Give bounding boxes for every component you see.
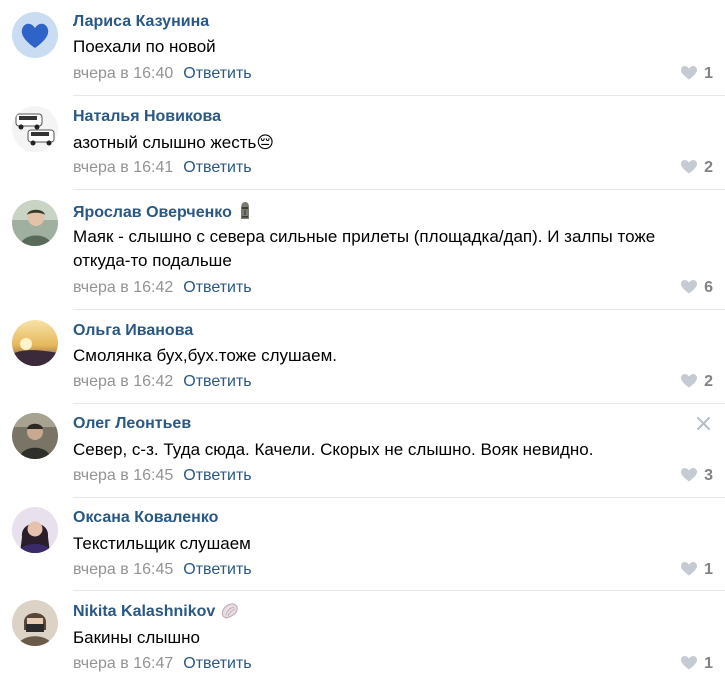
reply-button[interactable]: Ответить (183, 279, 251, 296)
divider (73, 309, 725, 310)
reply-button[interactable]: Ответить (183, 655, 251, 672)
heart-icon (681, 160, 698, 180)
comment-author[interactable]: Ярослав Оверченко (73, 202, 252, 226)
reply-button[interactable]: Ответить (183, 373, 251, 390)
author-name[interactable]: Ярослав Оверченко (73, 204, 232, 221)
comment-author[interactable]: Лариса Казунина (73, 12, 209, 32)
like-button[interactable]: 1 (681, 654, 713, 676)
like-button[interactable]: 3 (681, 466, 713, 488)
reply-button[interactable]: Ответить (183, 159, 251, 176)
comment-meta: вчера в 16:42 Ответить (73, 372, 252, 392)
like-button[interactable]: 2 (681, 158, 713, 180)
comment-text: Смолянка бух,бух.тоже слушаем. (73, 346, 338, 365)
like-count: 2 (704, 159, 713, 176)
comment-date[interactable]: вчера в 16:45 (73, 467, 173, 484)
comment-meta: вчера в 16:40 Ответить (73, 64, 252, 84)
comment-date[interactable]: вчера в 16:40 (73, 65, 173, 82)
comment-date[interactable]: вчера в 16:42 (73, 373, 173, 390)
comment-meta: вчера в 16:42 Ответить (73, 278, 252, 298)
woman-avatar-icon[interactable] (12, 507, 58, 553)
comment-author[interactable]: Nikita Kalashnikov (73, 602, 239, 625)
cars-avatar-icon[interactable] (12, 106, 58, 152)
divider (73, 497, 725, 498)
like-count: 1 (704, 561, 713, 578)
person-avatar-icon[interactable] (12, 200, 58, 246)
reply-button[interactable]: Ответить (183, 561, 251, 578)
comment-text: азотный слышно жесть😔 (73, 133, 275, 152)
like-button[interactable]: 2 (681, 372, 713, 394)
author-name[interactable]: Nikita Kalashnikov (73, 603, 215, 620)
masked-person-avatar-icon[interactable] (12, 600, 58, 646)
sunset-avatar-icon[interactable] (12, 320, 58, 366)
heart-icon (681, 468, 698, 488)
comment-date[interactable]: вчера в 16:42 (73, 279, 173, 296)
comment-text: Текстильщик слушаем (73, 534, 251, 553)
comment-meta: вчера в 16:45 Ответить (73, 466, 252, 486)
like-count: 3 (704, 467, 713, 484)
divider (73, 95, 725, 96)
reply-button[interactable]: Ответить (183, 467, 251, 484)
like-button[interactable]: 6 (681, 278, 713, 300)
comment-meta: вчера в 16:41 Ответить (73, 158, 252, 178)
comment-author[interactable]: Наталья Новикова (73, 107, 221, 127)
comment-author[interactable]: Ольга Иванова (73, 321, 193, 341)
like-count: 1 (704, 65, 713, 82)
divider (73, 189, 725, 190)
like-count: 1 (704, 655, 713, 672)
comment-text: Маяк - слышно с севера сильные прилеты (… (73, 227, 656, 270)
comment-author[interactable]: Оксана Коваленко (73, 508, 218, 528)
heart-icon (681, 656, 698, 676)
moai-icon (238, 202, 252, 226)
comment-text: Поехали по новой (73, 37, 216, 56)
comment-date[interactable]: вчера в 16:41 (73, 159, 173, 176)
person-avatar-icon[interactable] (12, 413, 58, 459)
heart-icon (681, 280, 698, 300)
heart-icon (681, 562, 698, 582)
like-count: 2 (704, 373, 713, 390)
shell-icon (221, 603, 239, 625)
reply-button[interactable]: Ответить (183, 65, 251, 82)
comment-meta: вчера в 16:45 Ответить (73, 560, 252, 580)
heart-icon (681, 66, 698, 86)
like-button[interactable]: 1 (681, 64, 713, 86)
like-count: 6 (704, 279, 713, 296)
comment-date[interactable]: вчера в 16:47 (73, 655, 173, 672)
comment-date[interactable]: вчера в 16:45 (73, 561, 173, 578)
like-button[interactable]: 1 (681, 560, 713, 582)
comment-author[interactable]: Олег Леонтьев (73, 414, 191, 434)
close-icon[interactable] (697, 417, 710, 435)
divider (73, 590, 725, 591)
heart-avatar-icon[interactable] (12, 12, 58, 58)
comment-text: Бакины слышно (73, 628, 200, 647)
divider (73, 403, 725, 404)
heart-icon (681, 374, 698, 394)
comment-text: Север, с-з. Туда сюда. Качели. Скорых не… (73, 440, 594, 459)
comment-meta: вчера в 16:47 Ответить (73, 654, 252, 674)
